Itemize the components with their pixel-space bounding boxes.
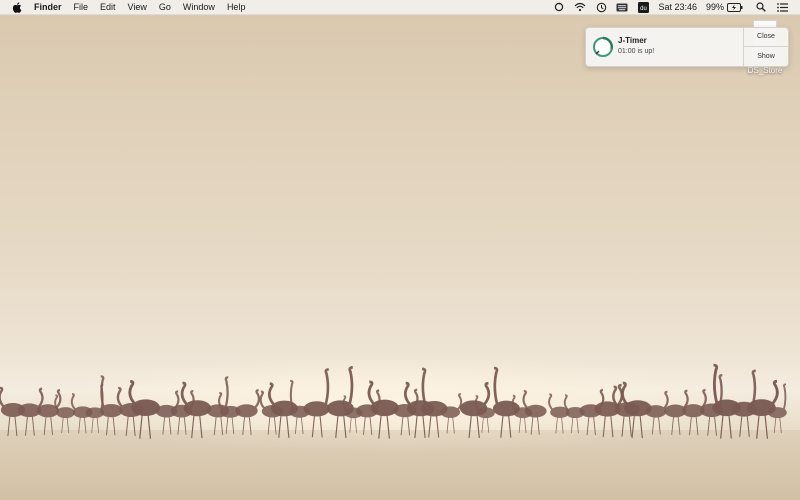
notification-banner[interactable]: J-Timer 01:00 is up! Close Show — [585, 27, 789, 67]
notification-actions: Close Show — [743, 28, 788, 66]
battery-icon[interactable] — [727, 1, 743, 13]
svg-text:du: du — [640, 6, 647, 12]
menu-help[interactable]: Help — [227, 0, 246, 14]
menu-file[interactable]: File — [74, 0, 89, 14]
menu-bar: Finder File Edit View Go Window Help du … — [0, 0, 800, 15]
sync-icon[interactable] — [553, 1, 565, 13]
menu-edit[interactable]: Edit — [100, 0, 116, 14]
apple-menu-icon[interactable] — [12, 1, 24, 13]
desktop-file-label: DS_Store — [747, 66, 783, 75]
time-machine-icon[interactable] — [595, 1, 607, 13]
menu-app-finder[interactable]: Finder — [34, 0, 62, 14]
notification-show-button[interactable]: Show — [744, 47, 788, 66]
desktop-wallpaper — [0, 0, 800, 500]
flamingo-flock — [0, 363, 800, 500]
clock[interactable]: Sat 23:46 — [658, 0, 697, 14]
keyboard-icon[interactable] — [616, 1, 628, 13]
menu-go[interactable]: Go — [159, 0, 171, 14]
notification-title: J-Timer — [618, 36, 647, 45]
notification-center-icon[interactable] — [776, 1, 788, 13]
notification-message: 01:00 is up! — [618, 48, 655, 55]
menu-window[interactable]: Window — [183, 0, 215, 14]
status-area: du Sat 23:46 99% — [544, 0, 788, 14]
notification-close-button[interactable]: Close — [744, 28, 788, 47]
timer-app-icon — [592, 36, 614, 58]
wifi-icon[interactable] — [574, 1, 586, 13]
spotlight-icon[interactable] — [755, 1, 767, 13]
menu-view[interactable]: View — [128, 0, 147, 14]
battery-percent[interactable]: 99% — [706, 0, 724, 14]
dictionary-icon[interactable]: du — [637, 1, 649, 13]
